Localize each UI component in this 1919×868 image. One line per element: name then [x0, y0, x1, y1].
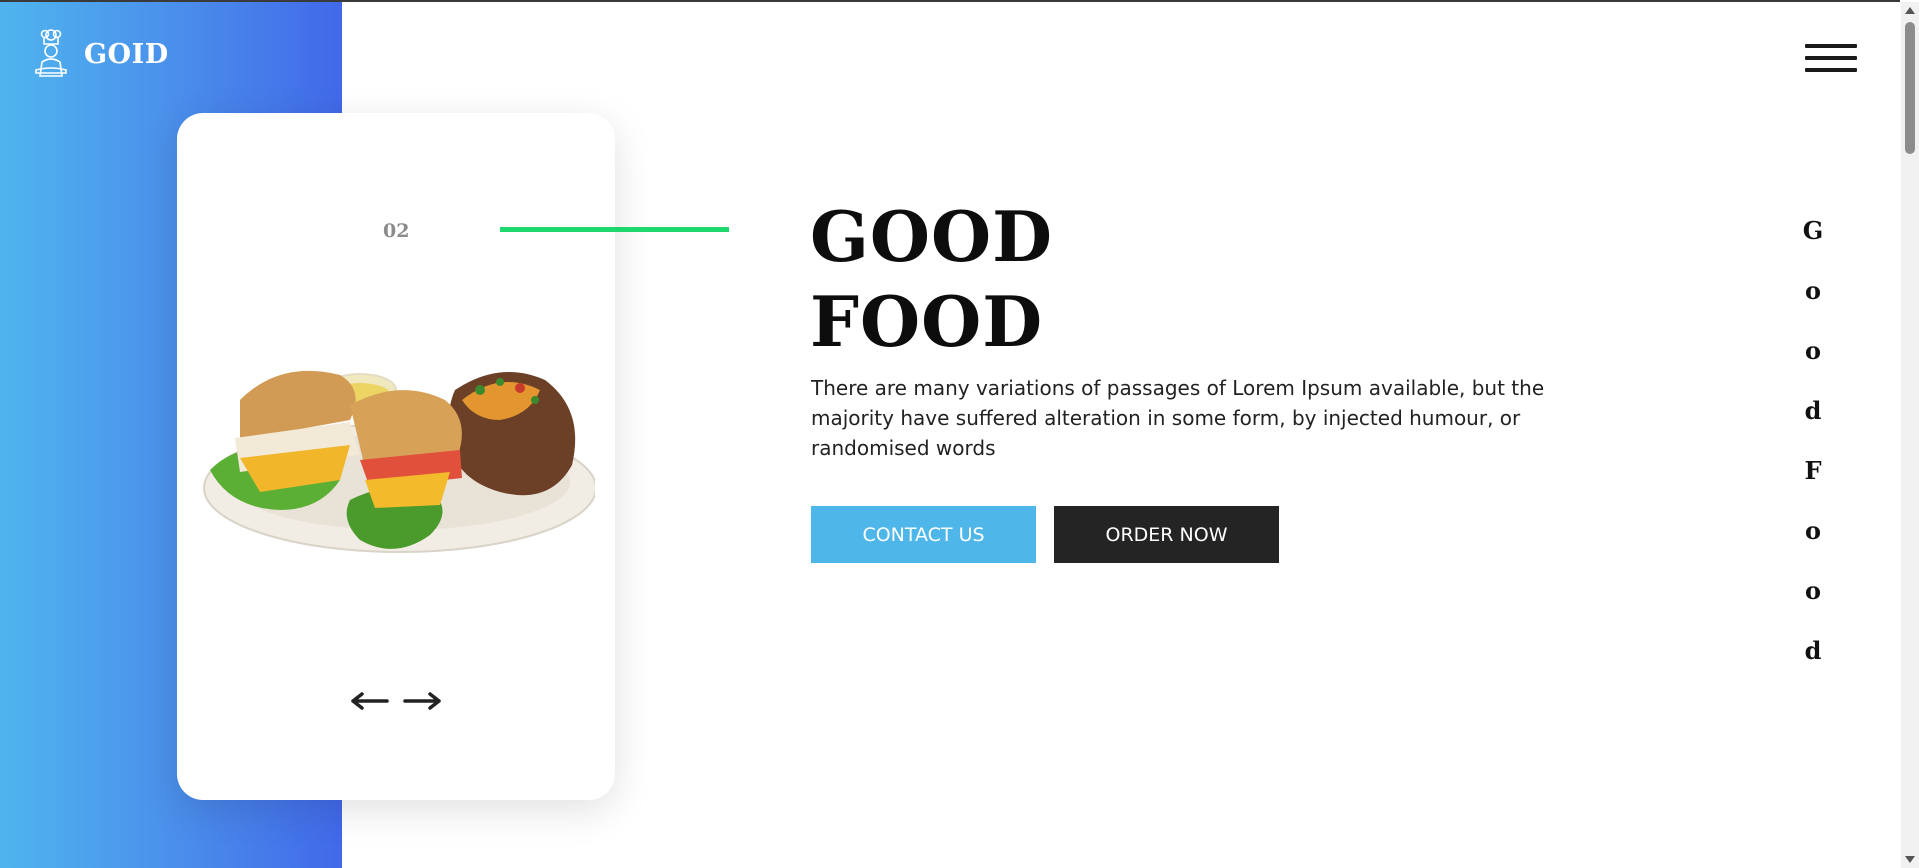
brand-logo[interactable]: GOID [30, 26, 169, 83]
order-now-button[interactable]: ORDER NOW [1054, 506, 1279, 563]
side-letter: o [1804, 276, 1821, 305]
accent-line [500, 227, 729, 232]
side-letter: G [1802, 216, 1824, 245]
side-letter: o [1804, 516, 1821, 545]
chef-icon [30, 26, 72, 83]
vertical-side-text: G o o d F o o d [1795, 213, 1831, 693]
scroll-down-icon[interactable] [1901, 851, 1919, 868]
side-letter: d [1804, 396, 1822, 425]
slide-number: 02 [383, 220, 410, 242]
side-letter: d [1804, 636, 1822, 665]
hero-title-line1: GOOD [810, 197, 1053, 278]
contact-us-button[interactable]: CONTACT US [811, 506, 1036, 563]
scroll-up-icon[interactable] [1901, 2, 1919, 19]
hero-title-line2: FOOD [810, 282, 1044, 363]
arrow-right-icon[interactable] [401, 685, 441, 717]
scrollbar-thumb[interactable] [1905, 22, 1915, 154]
side-letter: o [1804, 576, 1821, 605]
arrow-left-icon[interactable] [351, 685, 391, 717]
hamburger-menu-icon[interactable] [1805, 44, 1857, 80]
hero-title: GOOD FOOD [810, 195, 1053, 365]
side-letter: o [1804, 336, 1821, 365]
sandwich-plate-image [200, 360, 597, 575]
hero-description: There are many variations of passages of… [811, 376, 1545, 460]
side-letter: F [1804, 456, 1822, 485]
brand-name: GOID [84, 39, 169, 70]
vertical-scrollbar[interactable] [1901, 2, 1919, 868]
